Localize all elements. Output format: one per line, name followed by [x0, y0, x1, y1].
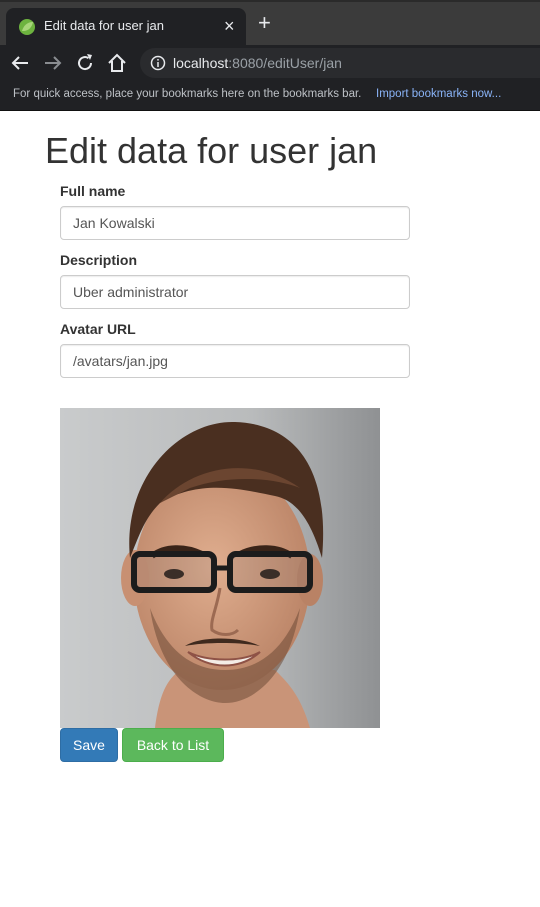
info-icon[interactable]: [150, 55, 166, 71]
spring-leaf-icon: [19, 19, 35, 35]
bookmarks-hint: For quick access, place your bookmarks h…: [13, 88, 362, 100]
avatar-url-input[interactable]: [60, 344, 410, 378]
close-tab-icon[interactable]: ×: [224, 15, 235, 37]
tab-title: Edit data for user jan: [44, 18, 164, 33]
description-input[interactable]: [60, 275, 410, 309]
bookmarks-bar: For quick access, place your bookmarks h…: [0, 81, 540, 111]
back-arrow-icon[interactable]: [8, 51, 32, 75]
save-button[interactable]: Save: [60, 728, 118, 762]
forward-arrow-icon[interactable]: [41, 51, 65, 75]
description-label: Description: [60, 252, 138, 268]
page-title: Edit data for user jan: [45, 130, 378, 171]
browser-tab-strip: Edit data for user jan × +: [0, 0, 540, 45]
import-bookmarks-link[interactable]: Import bookmarks now...: [376, 88, 501, 100]
avatar-image: [60, 408, 380, 728]
full-name-label: Full name: [60, 183, 126, 199]
back-to-list-button[interactable]: Back to List: [122, 728, 224, 762]
browser-tab[interactable]: Edit data for user jan ×: [6, 8, 246, 45]
url-text: localhost:8080/editUser/jan: [173, 55, 342, 71]
new-tab-icon[interactable]: +: [258, 12, 271, 34]
address-bar[interactable]: localhost:8080/editUser/jan: [140, 48, 540, 78]
url-path: :8080/editUser/jan: [228, 55, 342, 71]
window-top-border: [0, 0, 540, 2]
avatar-url-label: Avatar URL: [60, 321, 136, 337]
full-name-input[interactable]: [60, 206, 410, 240]
home-icon[interactable]: [105, 51, 129, 75]
reload-icon[interactable]: [73, 51, 97, 75]
browser-toolbar: localhost:8080/editUser/jan: [0, 45, 540, 81]
url-host: localhost: [173, 55, 229, 71]
